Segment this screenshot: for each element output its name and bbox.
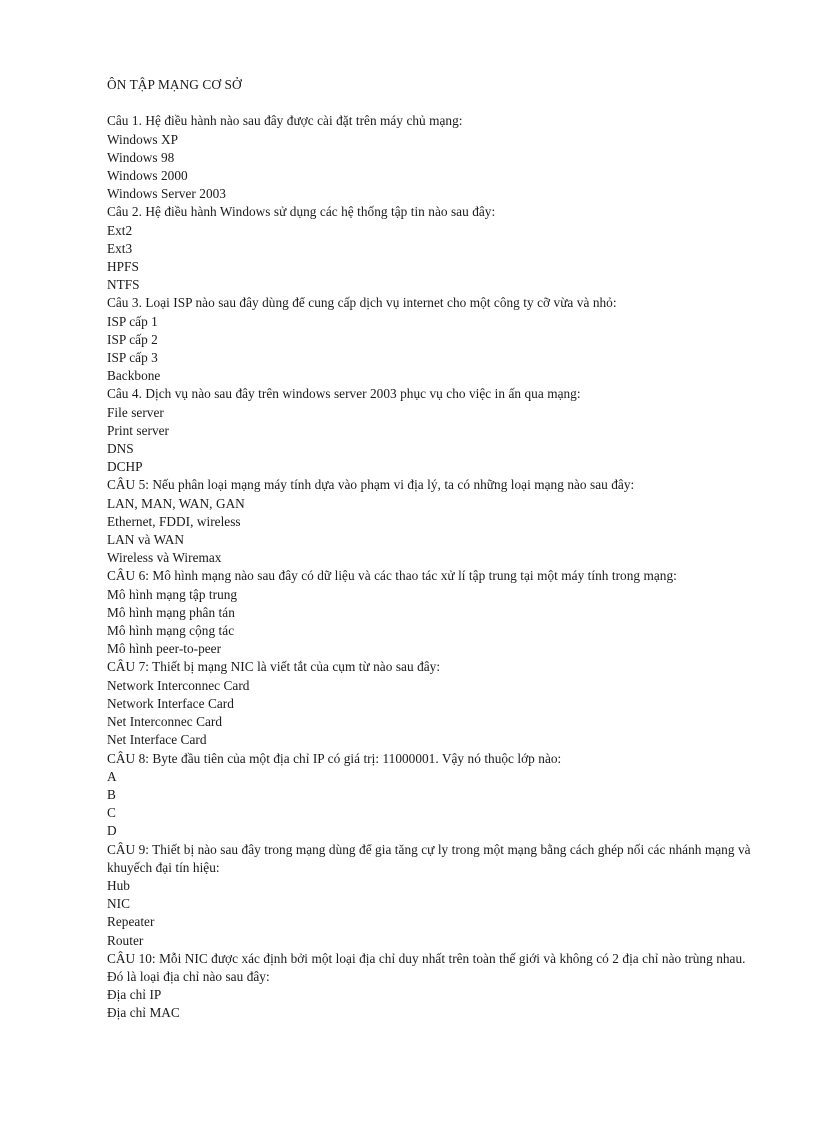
answer-choice[interactable]: ISP cấp 3 bbox=[107, 349, 752, 367]
answer-choice[interactable]: Windows Server 2003 bbox=[107, 185, 752, 203]
answer-choice[interactable]: Windows XP bbox=[107, 131, 752, 149]
answer-choice[interactable]: Mô hình mạng cộng tác bbox=[107, 622, 752, 640]
question-stem: CÂU 10: Mỗi NIC được xác định bởi một lo… bbox=[107, 950, 749, 984]
document-title: ÔN TẬP MẠNG CƠ SỞ bbox=[107, 77, 242, 92]
answer-choice[interactable]: Router bbox=[107, 932, 752, 950]
question-stem: CÂU 8: Byte đầu tiên của một địa chỉ IP … bbox=[107, 750, 562, 766]
question-stem: Câu 4. Dịch vụ nào sau đây trên windows … bbox=[107, 386, 581, 402]
question-stem: CÂU 5: Nếu phân loại mạng máy tính dựa v… bbox=[107, 477, 635, 493]
answer-choice[interactable]: Wireless và Wiremax bbox=[107, 549, 752, 567]
answer-choice[interactable]: Ethernet, FDDI, wireless bbox=[107, 513, 752, 531]
answer-choice[interactable]: B bbox=[107, 786, 752, 804]
question-stem: CÂU 7: Thiết bị mạng NIC là viết tắt của… bbox=[107, 659, 441, 675]
answer-choice[interactable]: Repeater bbox=[107, 913, 752, 931]
question-block: Câu 2. Hệ điều hành Windows sử dụng các … bbox=[107, 203, 752, 294]
answer-choice[interactable]: Mô hình peer-to-peer bbox=[107, 640, 752, 658]
document-page: ÔN TẬP MẠNG CƠ SỞ Câu 1. Hệ điều hành nà… bbox=[0, 0, 816, 1123]
answer-choice[interactable]: Ext2 bbox=[107, 222, 752, 240]
answer-choice[interactable]: DCHP bbox=[107, 458, 752, 476]
document-text-body: ÔN TẬP MẠNG CƠ SỞ Câu 1. Hệ điều hành nà… bbox=[107, 76, 752, 1023]
answer-choice[interactable]: NIC bbox=[107, 895, 752, 913]
answer-choice[interactable]: Windows 98 bbox=[107, 149, 752, 167]
answer-choice[interactable]: ISP cấp 1 bbox=[107, 313, 752, 331]
answer-choice[interactable]: LAN, MAN, WAN, GAN bbox=[107, 495, 752, 513]
question-block: CÂU 7: Thiết bị mạng NIC là viết tắt của… bbox=[107, 658, 752, 749]
question-block: Câu 3. Loại ISP nào sau đây dùng để cung… bbox=[107, 294, 752, 385]
question-block: Câu 4. Dịch vụ nào sau đây trên windows … bbox=[107, 385, 752, 476]
answer-choice[interactable]: Mô hình mạng tập trung bbox=[107, 586, 752, 604]
answer-choice[interactable]: Hub bbox=[107, 877, 752, 895]
question-block: CÂU 6: Mô hình mạng nào sau đây có dữ li… bbox=[107, 567, 752, 658]
answer-choice[interactable]: Print server bbox=[107, 422, 752, 440]
answer-choice[interactable]: LAN và WAN bbox=[107, 531, 752, 549]
answer-choice[interactable]: Địa chỉ IP bbox=[107, 986, 752, 1004]
answer-choice[interactable]: Mô hình mạng phân tán bbox=[107, 604, 752, 622]
title-body-spacer bbox=[107, 94, 752, 112]
answer-choice[interactable]: ISP cấp 2 bbox=[107, 331, 752, 349]
question-stem: Câu 2. Hệ điều hành Windows sử dụng các … bbox=[107, 204, 496, 220]
answer-choice[interactable]: Địa chỉ MAC bbox=[107, 1004, 752, 1022]
answer-choice[interactable]: Ext3 bbox=[107, 240, 752, 258]
answer-choice[interactable]: NTFS bbox=[107, 276, 752, 294]
answer-choice[interactable]: HPFS bbox=[107, 258, 752, 276]
answer-choice[interactable]: DNS bbox=[107, 440, 752, 458]
question-stem: Câu 1. Hệ điều hành nào sau đây được cài… bbox=[107, 113, 463, 129]
answer-choice[interactable]: File server bbox=[107, 404, 752, 422]
question-block: CÂU 10: Mỗi NIC được xác định bởi một lo… bbox=[107, 950, 752, 1023]
answer-choice[interactable]: A bbox=[107, 768, 752, 786]
question-block: CÂU 8: Byte đầu tiên của một địa chỉ IP … bbox=[107, 750, 752, 841]
answer-choice[interactable]: Network Interconnec Card bbox=[107, 677, 752, 695]
question-stem: CÂU 9: Thiết bị nào sau đây trong mạng d… bbox=[107, 841, 754, 875]
question-stem: Câu 3. Loại ISP nào sau đây dùng để cung… bbox=[107, 295, 617, 311]
answer-choice[interactable]: Net Interface Card bbox=[107, 731, 752, 749]
answer-choice[interactable]: C bbox=[107, 804, 752, 822]
answer-choice[interactable]: Windows 2000 bbox=[107, 167, 752, 185]
question-stem: CÂU 6: Mô hình mạng nào sau đây có dữ li… bbox=[107, 568, 677, 584]
answer-choice[interactable]: Net Interconnec Card bbox=[107, 713, 752, 731]
question-block: CÂU 9: Thiết bị nào sau đây trong mạng d… bbox=[107, 841, 752, 950]
question-block: Câu 1. Hệ điều hành nào sau đây được cài… bbox=[107, 112, 752, 203]
answer-choice[interactable]: Backbone bbox=[107, 367, 752, 385]
answer-choice[interactable]: D bbox=[107, 822, 752, 840]
answer-choice[interactable]: Network Interface Card bbox=[107, 695, 752, 713]
question-block: CÂU 5: Nếu phân loại mạng máy tính dựa v… bbox=[107, 476, 752, 567]
questions-container: Câu 1. Hệ điều hành nào sau đây được cài… bbox=[107, 112, 752, 1022]
